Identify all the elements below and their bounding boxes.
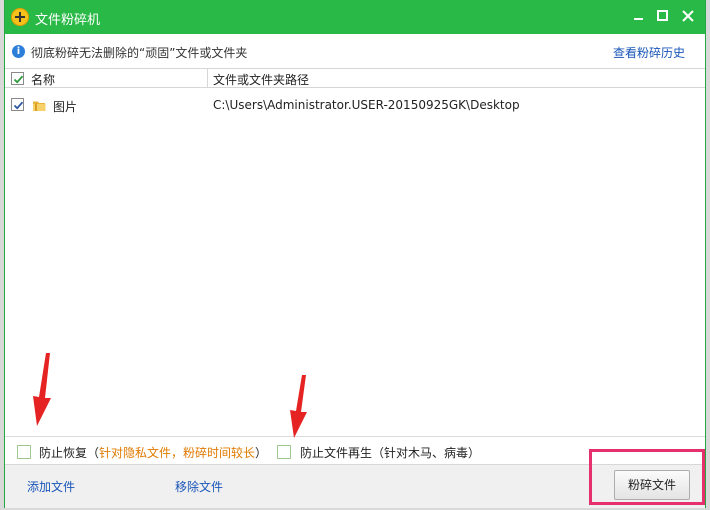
app-plus-icon [11, 8, 29, 26]
shred-file-button[interactable]: 粉碎文件 [614, 470, 690, 500]
folder-icon [32, 98, 47, 116]
row-file-path: C:\Users\Administrator.USER-20150925GK\D… [213, 98, 520, 112]
title-bar: 文件粉碎机 [5, 0, 705, 34]
prevent-recovery-checkbox[interactable] [17, 445, 31, 459]
select-all-checkbox[interactable] [11, 72, 24, 85]
file-table-header: 名称 文件或文件夹路径 [5, 68, 705, 88]
column-header-name[interactable]: 名称 [31, 71, 55, 88]
view-history-link[interactable]: 查看粉碎历史 [613, 44, 685, 61]
row-checkbox[interactable] [11, 98, 24, 111]
maximize-button[interactable] [653, 6, 673, 26]
bottom-action-bar: 添加文件 移除文件 粉碎文件 [5, 464, 705, 508]
table-row[interactable]: 图片 C:\Users\Administrator.USER-20150925G… [5, 94, 705, 116]
close-icon [682, 10, 694, 22]
add-file-link[interactable]: 添加文件 [27, 478, 75, 495]
info-text: 彻底粉碎无法删除的“顽固”文件或文件夹 [31, 46, 248, 60]
prevent-recovery-note: 针对隐私文件，粉碎时间较长 [99, 446, 256, 460]
file-shredder-window: 文件粉碎机 i 彻底粉碎无法删除的“顽固”文件或文件夹 查看粉碎历史 名称 文件… [4, 0, 706, 508]
window-title: 文件粉碎机 [35, 13, 101, 28]
prevent-regeneration-label[interactable]: 防止文件再生（针对木马、病毒） [300, 444, 480, 461]
prevent-regeneration-checkbox[interactable] [277, 445, 291, 459]
info-icon: i [12, 45, 25, 58]
minimize-button[interactable] [629, 6, 649, 26]
row-file-name: 图片 [53, 100, 78, 114]
checkmark-icon [13, 101, 24, 110]
shred-options-bar: 防止恢复（针对隐私文件，粉碎时间较长） 防止文件再生（针对木马、病毒） [5, 436, 705, 464]
column-divider[interactable] [207, 69, 208, 87]
minimize-icon [634, 18, 643, 20]
maximize-icon [657, 10, 668, 21]
info-bar: i 彻底粉碎无法删除的“顽固”文件或文件夹 查看粉碎历史 [5, 34, 705, 68]
prevent-recovery-label[interactable]: 防止恢复（针对隐私文件，粉碎时间较长） [39, 444, 267, 461]
column-header-path[interactable]: 文件或文件夹路径 [213, 71, 309, 88]
close-button[interactable] [678, 6, 698, 26]
checkmark-icon [13, 75, 24, 84]
remove-file-link[interactable]: 移除文件 [175, 478, 223, 495]
